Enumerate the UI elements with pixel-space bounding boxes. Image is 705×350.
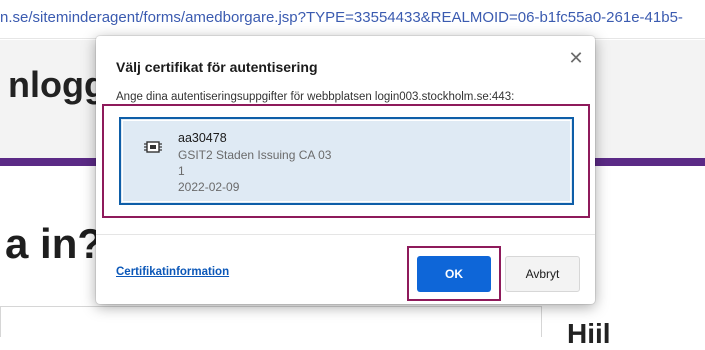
close-icon[interactable]: ✕ xyxy=(566,48,586,68)
certificate-chip-icon xyxy=(144,141,162,153)
cancel-button[interactable]: Avbryt xyxy=(505,256,580,292)
certificate-issuer: GSIT2 Staden Issuing CA 03 xyxy=(178,148,332,162)
address-bar[interactable]: n.se/siteminderagent/forms/amedborgare.j… xyxy=(0,0,705,39)
certificate-item[interactable]: aa30478 GSIT2 Staden Issuing CA 03 1 202… xyxy=(119,117,574,205)
certificate-index: 1 xyxy=(178,164,185,178)
certificate-list: aa30478 GSIT2 Staden Issuing CA 03 1 202… xyxy=(102,104,590,218)
dialog-description: Ange dina autentiseringsuppgifter för we… xyxy=(116,91,515,103)
certificate-name: aa30478 xyxy=(178,131,227,145)
page-card xyxy=(0,306,542,337)
certificate-dialog: Välj certifikat för autentisering ✕ Ange… xyxy=(96,36,595,304)
dialog-divider xyxy=(96,234,595,235)
certificate-info-link[interactable]: Certifikatinformation xyxy=(116,266,229,278)
ok-button[interactable]: OK xyxy=(417,256,491,292)
page-heading: a in? xyxy=(5,220,104,267)
address-url[interactable]: n.se/siteminderagent/forms/amedborgare.j… xyxy=(0,9,683,26)
dialog-title: Välj certifikat för autentisering xyxy=(116,59,318,75)
page-side-heading: Hiil xyxy=(567,318,611,349)
certificate-date: 2022-02-09 xyxy=(178,180,240,194)
